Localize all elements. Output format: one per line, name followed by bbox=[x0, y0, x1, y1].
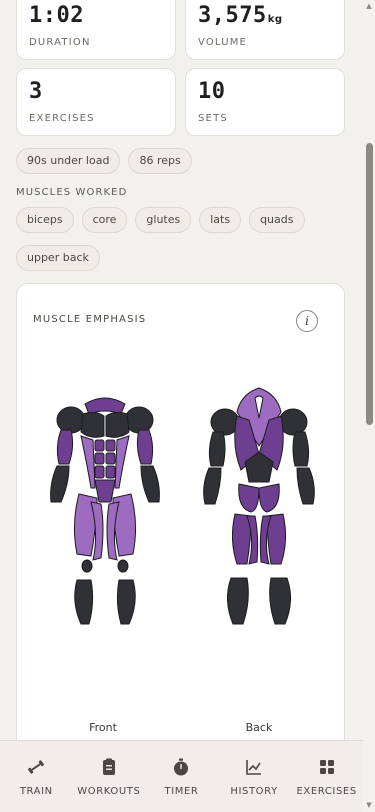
muscle-chip-biceps: biceps bbox=[16, 207, 74, 233]
front-left-deltoid bbox=[56, 406, 86, 434]
muscle-chip-core: core bbox=[81, 207, 128, 233]
sets-card: 10 SETS bbox=[185, 68, 345, 136]
front-left-forearm bbox=[50, 465, 70, 503]
muscle-chips-row-1: biceps core glutes lats quads bbox=[16, 207, 305, 233]
summary-chips: 90s under load 86 reps bbox=[16, 148, 192, 174]
muscle-emphasis-card: MUSCLE EMPHASIS i Front Back bbox=[16, 283, 345, 740]
duration-card: 1:02 DURATION bbox=[16, 0, 176, 60]
reps-chip: 86 reps bbox=[128, 148, 192, 174]
muscle-chip-glutes: glutes bbox=[135, 207, 192, 233]
dumbbell-icon bbox=[28, 760, 45, 774]
back-left-calf bbox=[227, 577, 249, 625]
back-right-glute bbox=[258, 483, 280, 513]
front-right-deltoid bbox=[124, 406, 154, 434]
workout-summary-scroll[interactable]: 1:02 DURATION 3,575kg VOLUME 3 EXERCISES… bbox=[0, 0, 375, 740]
nav-exercises[interactable]: EXERCISES bbox=[293, 757, 361, 797]
front-right-calf bbox=[116, 579, 136, 625]
back-right-tricep bbox=[292, 431, 310, 467]
sets-value: 10 bbox=[198, 79, 226, 104]
muscle-chip-lats: lats bbox=[199, 207, 242, 233]
bottom-navigation: TRAIN WORKOUTS TIMER HISTORY EXERCISES bbox=[0, 740, 363, 812]
time-under-load-chip: 90s under load bbox=[16, 148, 121, 174]
nav-timer-label: TIMER bbox=[164, 786, 199, 797]
muscles-worked-heading: MUSCLES WORKED bbox=[16, 187, 128, 198]
muscle-chips-row-2: upper back bbox=[16, 245, 100, 271]
stats-row-2: 3 EXERCISES 10 SETS bbox=[16, 68, 345, 136]
front-traps bbox=[84, 397, 126, 415]
nav-history-label: HISTORY bbox=[230, 786, 278, 797]
nav-workouts-label: WORKOUTS bbox=[77, 786, 141, 797]
exercises-card: 3 EXERCISES bbox=[16, 68, 176, 136]
muscle-emphasis-title: MUSCLE EMPHASIS bbox=[33, 314, 147, 325]
back-left-glute bbox=[238, 483, 260, 513]
back-label: Back bbox=[245, 721, 273, 734]
grid-icon bbox=[319, 760, 334, 774]
exercises-value: 3 bbox=[29, 79, 43, 104]
back-right-calf bbox=[269, 577, 291, 625]
volume-unit: kg bbox=[267, 14, 283, 25]
stats-row-1: 1:02 DURATION 3,575kg VOLUME bbox=[16, 0, 345, 60]
chart-line-icon bbox=[246, 760, 262, 775]
duration-value: 1:02 bbox=[29, 3, 84, 28]
back-body-diagram bbox=[203, 387, 315, 625]
back-right-forearm bbox=[296, 467, 315, 505]
volume-value: 3,575kg bbox=[198, 3, 283, 28]
nav-history[interactable]: HISTORY bbox=[220, 757, 288, 797]
nav-train[interactable]: TRAIN bbox=[2, 757, 70, 797]
volume-card: 3,575kg VOLUME bbox=[185, 0, 345, 60]
stopwatch-icon bbox=[174, 758, 189, 776]
front-label: Front bbox=[89, 721, 117, 734]
front-lower-abs bbox=[94, 479, 116, 503]
scroll-down-arrow-icon[interactable]: ▼ bbox=[365, 801, 373, 809]
front-right-bicep bbox=[136, 429, 154, 465]
info-icon[interactable]: i bbox=[296, 310, 318, 332]
scrollbar-thumb[interactable] bbox=[366, 143, 373, 425]
front-left-pec bbox=[80, 411, 105, 438]
nav-train-label: TRAIN bbox=[19, 786, 53, 797]
muscle-chip-upper-back: upper back bbox=[16, 245, 100, 271]
front-left-oblique bbox=[80, 435, 96, 489]
front-left-calf bbox=[74, 579, 94, 625]
scrollbar[interactable]: ▲ ▼ bbox=[363, 0, 375, 812]
nav-timer[interactable]: TIMER bbox=[147, 757, 215, 797]
front-right-oblique bbox=[114, 435, 130, 489]
back-left-tricep bbox=[208, 431, 226, 467]
scroll-up-arrow-icon[interactable]: ▲ bbox=[365, 2, 373, 10]
exercises-label: EXERCISES bbox=[29, 113, 95, 124]
front-left-bicep bbox=[56, 429, 74, 465]
duration-label: DURATION bbox=[29, 37, 91, 48]
back-left-forearm bbox=[203, 467, 222, 505]
sets-label: SETS bbox=[198, 113, 228, 124]
nav-workouts[interactable]: WORKOUTS bbox=[75, 757, 143, 797]
nav-exercises-label: EXERCISES bbox=[296, 786, 357, 797]
volume-label: VOLUME bbox=[198, 37, 248, 48]
clipboard-icon bbox=[102, 758, 115, 775]
front-right-forearm bbox=[140, 465, 160, 503]
front-body-diagram bbox=[50, 397, 160, 625]
muscle-chip-quads: quads bbox=[249, 207, 305, 233]
front-right-pec bbox=[105, 411, 130, 438]
